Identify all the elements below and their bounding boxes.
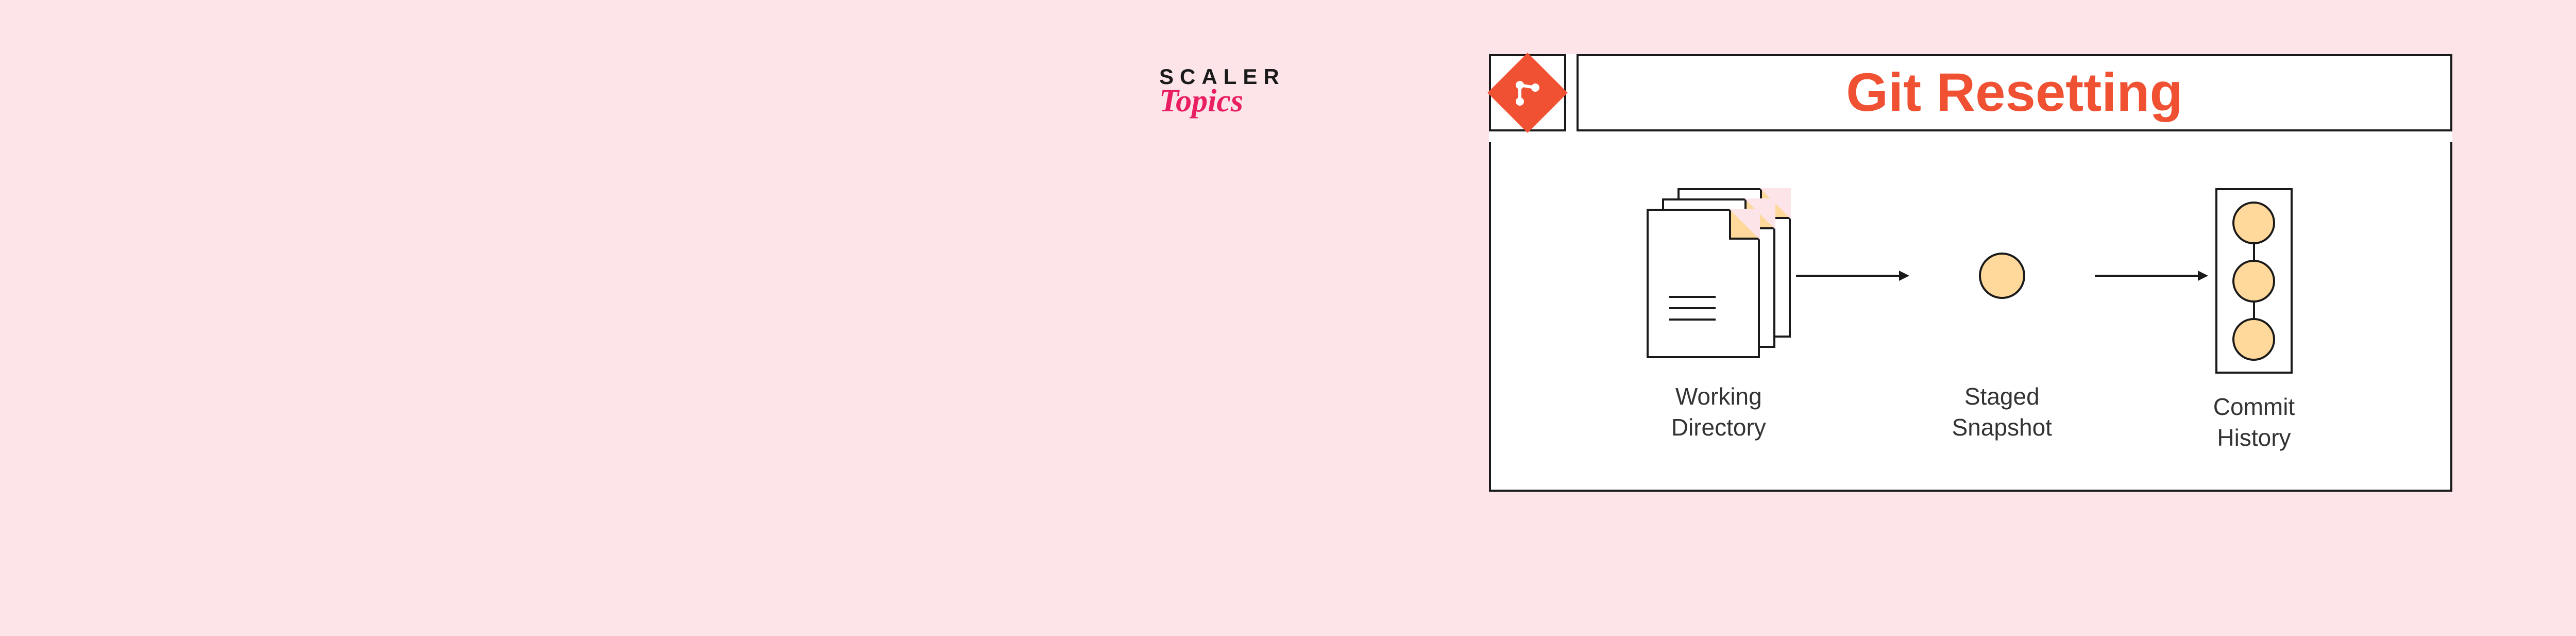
working-directory-column: WorkingDirectory	[1647, 188, 1791, 443]
working-directory-label: WorkingDirectory	[1671, 381, 1766, 443]
git-badge	[1489, 54, 1566, 131]
staged-snapshot-label: StagedSnapshot	[1952, 381, 2052, 443]
staged-snapshot-column: StagedSnapshot	[1914, 188, 2090, 443]
commit-history-label: CommitHistory	[2213, 392, 2295, 454]
arrow-icon	[2090, 188, 2213, 363]
commit-history-column: CommitHistory	[2213, 188, 2295, 454]
diagram-header: Git Resetting	[1489, 54, 2452, 131]
brand-logo: SCALER Topics	[1159, 64, 1285, 120]
commit-history-icon	[2215, 188, 2293, 374]
snapshot-icon	[1914, 188, 2090, 363]
diagram-card: Git Resetting WorkingDirectory	[1489, 54, 2452, 492]
arrow-icon	[1791, 188, 1914, 363]
git-icon	[1487, 53, 1568, 133]
diagram-body: WorkingDirectory StagedSnapshot	[1489, 142, 2452, 492]
files-stack-icon	[1647, 188, 1791, 363]
diagram-title-box: Git Resetting	[1577, 54, 2452, 131]
diagram-title: Git Resetting	[1846, 62, 2182, 124]
